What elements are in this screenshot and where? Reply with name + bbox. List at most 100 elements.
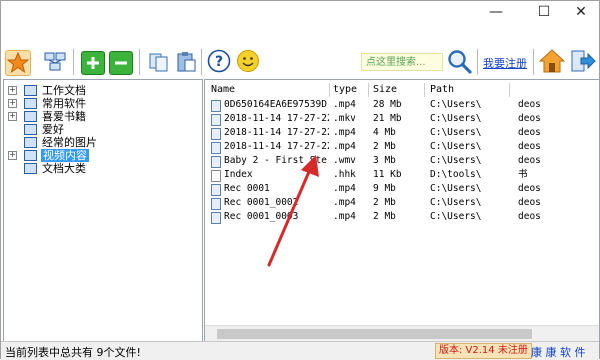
file-size: 9 Mb (373, 183, 396, 194)
app-window: — ☐ ✕ ? 点这里搜索... 我要注册 + 工作文档 + 常用软件 + 喜爱… (0, 0, 600, 360)
close-icon: ✕ (575, 4, 587, 20)
file-size: 2 Mb (373, 197, 396, 208)
file-path-user: deos (518, 99, 541, 110)
column-header-path[interactable]: Path (430, 80, 454, 100)
computer-icon (24, 98, 37, 109)
about-button[interactable] (236, 49, 260, 73)
help-button[interactable]: ? (207, 49, 231, 73)
file-type: .mp4 (333, 127, 356, 138)
file-icon (211, 212, 221, 224)
tree-item-label: 文档大类 (42, 162, 86, 175)
file-icon (211, 170, 221, 182)
file-name: 0D650164EA6E97539D... (224, 99, 329, 110)
column-divider[interactable] (368, 83, 369, 97)
expander-icon[interactable]: + (8, 86, 17, 95)
file-type: .mkv (333, 113, 356, 124)
file-icon (211, 184, 221, 196)
toolbar-separator (477, 49, 478, 75)
file-path: D:\tools\ (430, 169, 482, 180)
expander-icon[interactable]: + (8, 99, 17, 108)
remove-button[interactable] (109, 51, 133, 75)
file-name: 2018-11-14 17-27-22 (224, 113, 329, 124)
file-path-user: deos (518, 183, 541, 194)
expander-icon[interactable]: + (8, 112, 17, 121)
file-row[interactable]: 2018-11-14 17-27-22 .mkv 21 Mb C:\Users\… (205, 112, 599, 126)
computer-icon (24, 163, 37, 174)
file-icon (211, 128, 221, 140)
register-link[interactable]: 我要注册 (483, 55, 527, 71)
file-size: 2 Mb (373, 211, 396, 222)
file-icon (211, 114, 221, 126)
expander-icon[interactable]: + (8, 151, 17, 160)
computer-icon (24, 150, 37, 161)
tree-item-label: 经常的图片 (42, 136, 97, 149)
file-path: C:\Users\ (430, 127, 482, 138)
search-input[interactable]: 点这里搜索... (361, 53, 443, 71)
file-type: .mp4 (333, 211, 356, 222)
clipboard-icon (177, 52, 196, 72)
column-header-size[interactable]: Size (373, 80, 397, 100)
favorites-button[interactable] (5, 50, 31, 76)
file-path: C:\Users\ (430, 197, 482, 208)
home-icon (538, 49, 566, 73)
title-bar: — ☐ ✕ (1, 1, 599, 29)
computer-icon (24, 124, 37, 135)
scrollbar-thumb[interactable] (217, 329, 532, 339)
file-size: 11 Kb (373, 169, 402, 180)
file-path-user: deos (518, 113, 541, 124)
file-size: 28 Mb (373, 99, 402, 110)
file-path: C:\Users\ (430, 183, 482, 194)
computer-icon (24, 85, 37, 96)
close-window-button[interactable]: ✕ (566, 1, 596, 25)
file-path-user: deos (518, 211, 541, 222)
plus-icon (87, 57, 99, 69)
minimize-button[interactable]: — (481, 1, 511, 25)
magnifier-icon (448, 50, 472, 74)
file-size: 2 Mb (373, 141, 396, 152)
tree-item-label: 喜爱书籍 (42, 110, 86, 123)
status-bar: 当前列表中总共有 9个文件! 版本: V2.14 未注册 康 康 软 件 (1, 341, 599, 360)
star-icon (6, 51, 30, 74)
exit-button[interactable] (570, 48, 596, 74)
toolbar-separator (201, 49, 202, 75)
column-divider[interactable] (509, 83, 510, 97)
file-type: .wmv (333, 155, 356, 166)
toolbar-separator (533, 49, 534, 75)
file-type: .mp4 (333, 183, 356, 194)
file-size: 3 Mb (373, 155, 396, 166)
file-path-user: 书 (518, 169, 528, 180)
file-path: C:\Users\ (430, 99, 482, 110)
horizontal-scrollbar[interactable] (205, 325, 599, 342)
add-button[interactable] (81, 51, 105, 75)
search-button[interactable] (447, 49, 472, 74)
file-name: 2018-11-14 17-27-22 (224, 127, 329, 138)
toolbar-separator (73, 49, 74, 75)
maximize-icon: ☐ (537, 4, 551, 20)
version-badge: 版本: V2.14 未注册 (435, 343, 532, 359)
column-header-name[interactable]: Name (211, 80, 235, 100)
file-path-user: deos (518, 141, 541, 152)
column-header-type[interactable]: type (333, 80, 357, 100)
maximize-button[interactable]: ☐ (529, 1, 559, 25)
network-button[interactable] (43, 50, 67, 74)
file-path: C:\Users\ (430, 211, 482, 222)
computer-icon (24, 137, 37, 148)
copy-icon (149, 53, 168, 72)
file-path-user: deos (518, 155, 541, 166)
file-type: .mp4 (333, 197, 356, 208)
home-button[interactable] (538, 48, 566, 74)
column-divider[interactable] (329, 83, 330, 97)
file-row[interactable]: 0D650164EA6E97539D... .mp4 28 Mb C:\User… (205, 98, 599, 112)
annotation-arrow (267, 155, 319, 267)
file-size: 21 Mb (373, 113, 402, 124)
file-size: 4 Mb (373, 127, 396, 138)
copy-button[interactable] (147, 50, 171, 74)
column-divider[interactable] (424, 83, 425, 97)
tree-item-label: 视频内容 (41, 149, 89, 162)
category-tree[interactable]: + 工作文档 + 常用软件 + 喜爱书籍 爱好 经常的图片 + 视频内容 文档大… (3, 79, 203, 343)
file-row[interactable]: 2018-11-14 17-27-22 .mp4 4 Mb C:\Users\ … (205, 126, 599, 140)
paste-button[interactable] (174, 50, 198, 74)
smiley-icon (237, 50, 259, 72)
tree-item-label: 常用软件 (42, 97, 86, 110)
file-path: C:\Users\ (430, 113, 482, 124)
